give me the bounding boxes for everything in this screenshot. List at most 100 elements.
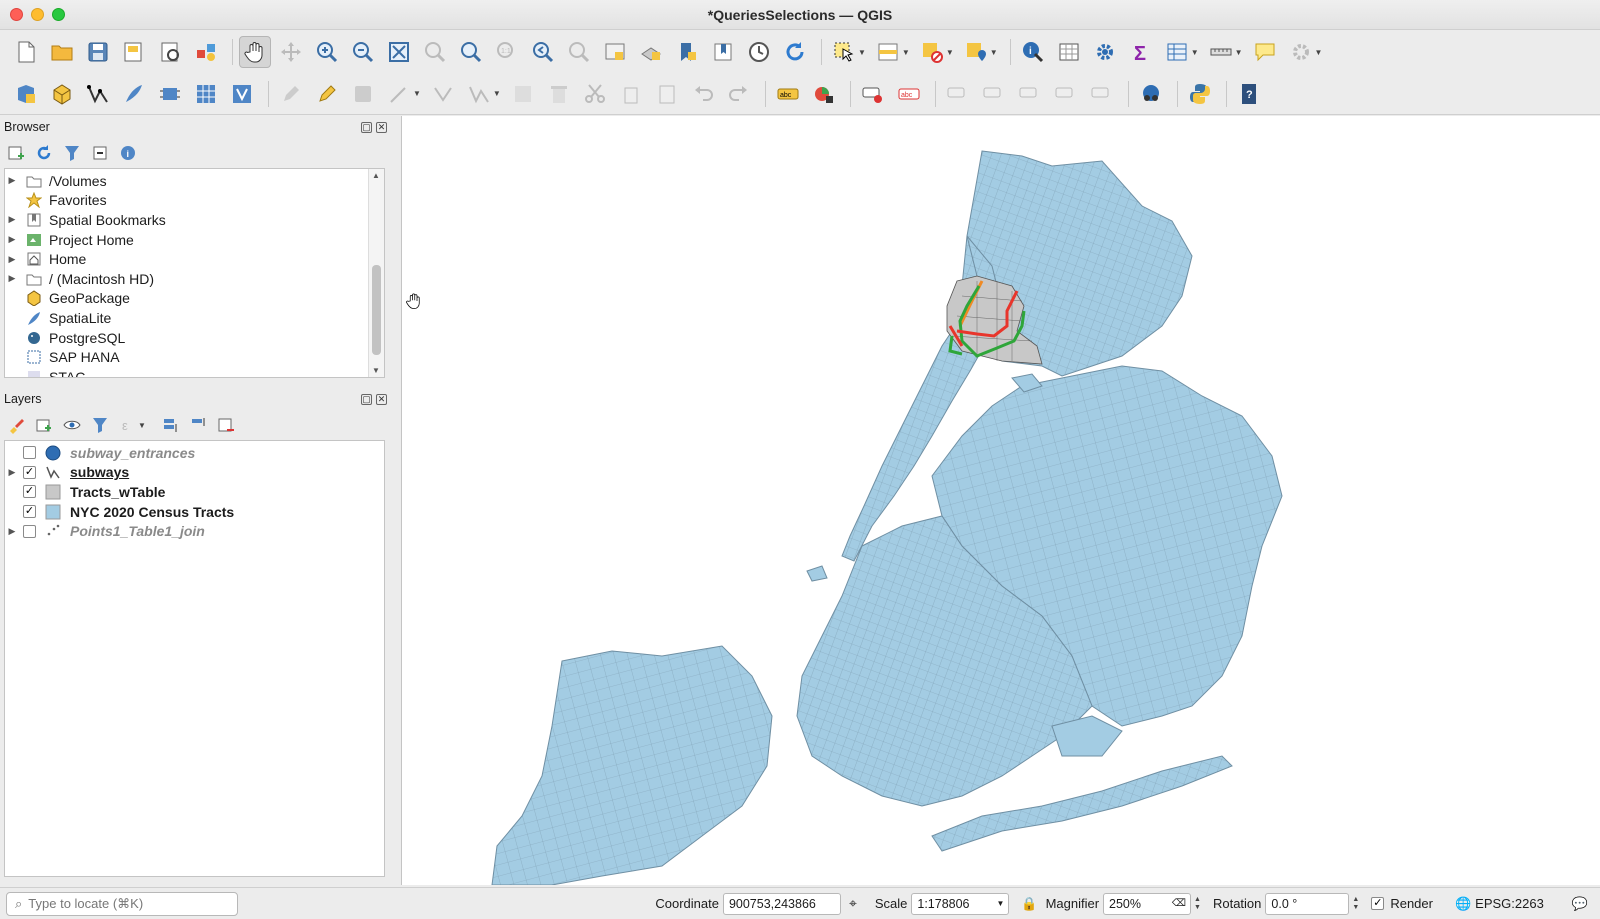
processing-options-button[interactable] [1285, 36, 1317, 68]
filter-by-expression-button[interactable]: ε [118, 415, 138, 435]
show-labels-button[interactable] [978, 78, 1010, 110]
modify-attributes-button[interactable] [463, 78, 495, 110]
layer-visibility-checkbox[interactable] [23, 524, 36, 538]
pan-to-selection-button[interactable] [275, 36, 307, 68]
select-location-button[interactable] [960, 36, 992, 68]
temporal-controller-button[interactable] [743, 36, 775, 68]
processing-toolbox-button[interactable] [1089, 36, 1121, 68]
scroll-down-icon[interactable]: ▼ [372, 366, 380, 375]
chevron-down-icon[interactable]: ▼ [138, 421, 146, 430]
map-tips-button[interactable] [1249, 36, 1281, 68]
select-features-button[interactable] [828, 36, 860, 68]
browser-item[interactable]: ▶ Project Home [5, 230, 384, 250]
rotate-label-button[interactable] [1050, 78, 1082, 110]
new-map-view-button[interactable] [599, 36, 631, 68]
open-project-button[interactable] [46, 36, 78, 68]
style-manager-button[interactable] [190, 36, 222, 68]
collapse-all-layers-button[interactable] [188, 415, 208, 435]
browser-scrollbar[interactable]: ▲ ▼ [368, 169, 384, 377]
layer-visibility-checkbox[interactable]: ✓ [23, 465, 36, 479]
add-selected-layers-button[interactable] [6, 143, 26, 163]
copy-features-button[interactable] [615, 78, 647, 110]
browser-item[interactable]: Favorites [5, 191, 384, 211]
filter-browser-button[interactable] [62, 143, 82, 163]
zoom-to-selection-button[interactable] [419, 36, 451, 68]
zoom-next-button[interactable] [563, 36, 595, 68]
minimize-window-button[interactable] [31, 8, 44, 21]
open-table-button[interactable] [1161, 36, 1193, 68]
new-spatialite-layer-button[interactable] [118, 78, 150, 110]
scroll-up-icon[interactable]: ▲ [372, 171, 380, 180]
current-edits-button[interactable] [275, 78, 307, 110]
edit-attributes-button[interactable] [507, 78, 539, 110]
refresh-browser-button[interactable] [34, 143, 54, 163]
browser-item[interactable]: ▶ Spatial Bookmarks [5, 210, 384, 230]
highlight-pinned-button[interactable]: abc [893, 78, 925, 110]
new-virtual-layer-button[interactable] [190, 78, 222, 110]
magnifier-spinner[interactable]: ▲ ▼ [1194, 896, 1201, 912]
save-project-button[interactable] [82, 36, 114, 68]
layout-manager-button[interactable] [154, 36, 186, 68]
close-panel-icon[interactable]: ✕ [376, 121, 387, 133]
show-hide-labels-button[interactable] [942, 78, 974, 110]
new-geopackage-layer-button[interactable] [46, 78, 78, 110]
zoom-native-button[interactable]: 1:1 [491, 36, 523, 68]
filter-legend-button[interactable] [90, 415, 110, 435]
browser-item[interactable]: SpatiaLite [5, 308, 384, 328]
browser-item[interactable]: ▶ / (Macintosh HD) [5, 269, 384, 289]
redo-button[interactable] [723, 78, 755, 110]
rotation-field[interactable]: 0.0 ° [1265, 892, 1350, 915]
manage-themes-button[interactable] [62, 415, 82, 435]
clear-icon[interactable]: ⌫ [1172, 898, 1186, 909]
save-edits-button[interactable] [347, 78, 379, 110]
show-bookmarks-button[interactable] [707, 36, 739, 68]
properties-button[interactable]: i [118, 143, 138, 163]
deselect-features-button[interactable] [916, 36, 948, 68]
new-print-layout-button[interactable] [118, 36, 150, 68]
zoom-full-button[interactable] [383, 36, 415, 68]
toggle-extents-icon[interactable]: ⌖ [849, 895, 857, 912]
open-attribute-table-button[interactable] [1053, 36, 1085, 68]
browser-item[interactable]: ▶ Home [5, 249, 384, 269]
python-console-button[interactable] [1184, 78, 1216, 110]
render-checkbox[interactable]: ✓ [1371, 897, 1385, 910]
zoom-window-button[interactable] [52, 8, 65, 21]
layer-item[interactable]: ✓ NYC 2020 Census Tracts [5, 502, 384, 522]
expand-arrow-icon[interactable]: ▶ [5, 254, 19, 265]
help-button[interactable]: ? [1233, 78, 1265, 110]
change-label-button[interactable] [1086, 78, 1118, 110]
paste-features-button[interactable] [651, 78, 683, 110]
browser-item[interactable]: STAC [5, 367, 384, 377]
pan-map-button[interactable] [239, 36, 271, 68]
metasearch-button[interactable] [1135, 78, 1167, 110]
browser-item[interactable]: SAP HANA [5, 347, 384, 367]
layer-item[interactable]: subway_entrances [5, 443, 384, 463]
new-bookmark-button[interactable] [671, 36, 703, 68]
expand-arrow-icon[interactable]: ▶ [5, 175, 19, 186]
layer-visibility-checkbox[interactable] [23, 446, 36, 460]
coordinate-field[interactable]: 900753,243866 [722, 892, 841, 915]
close-panel-icon[interactable]: ✕ [376, 393, 387, 405]
rotation-spinner[interactable]: ▲ ▼ [1352, 896, 1359, 912]
crs-button[interactable]: EPSG:2263 [1475, 896, 1544, 911]
measure-line-button[interactable] [1205, 36, 1237, 68]
style-panel-button[interactable] [6, 415, 26, 435]
zoom-in-button[interactable] [311, 36, 343, 68]
browser-item[interactable]: GeoPackage [5, 289, 384, 309]
toggle-editing-button[interactable] [311, 78, 343, 110]
identify-features-button[interactable]: i [1017, 36, 1049, 68]
expand-arrow-icon[interactable]: ▶ [5, 234, 19, 245]
browser-item[interactable]: PostgreSQL [5, 328, 384, 348]
magnifier-field[interactable]: 250% ⌫ [1103, 892, 1192, 915]
layer-item[interactable]: ▶ Points1_Table1_join [5, 521, 384, 541]
add-group-button[interactable] [34, 415, 54, 435]
scroll-thumb[interactable] [372, 265, 381, 355]
delete-selected-button[interactable] [543, 78, 575, 110]
expand-arrow-icon[interactable]: ▶ [5, 526, 19, 537]
map-canvas[interactable] [401, 116, 1600, 885]
layer-item[interactable]: ▶ ✓ subways [5, 463, 384, 483]
panel-splitter[interactable] [393, 116, 401, 885]
zoom-out-button[interactable] [347, 36, 379, 68]
layer-visibility-checkbox[interactable]: ✓ [23, 505, 36, 519]
zoom-to-layer-button[interactable] [455, 36, 487, 68]
